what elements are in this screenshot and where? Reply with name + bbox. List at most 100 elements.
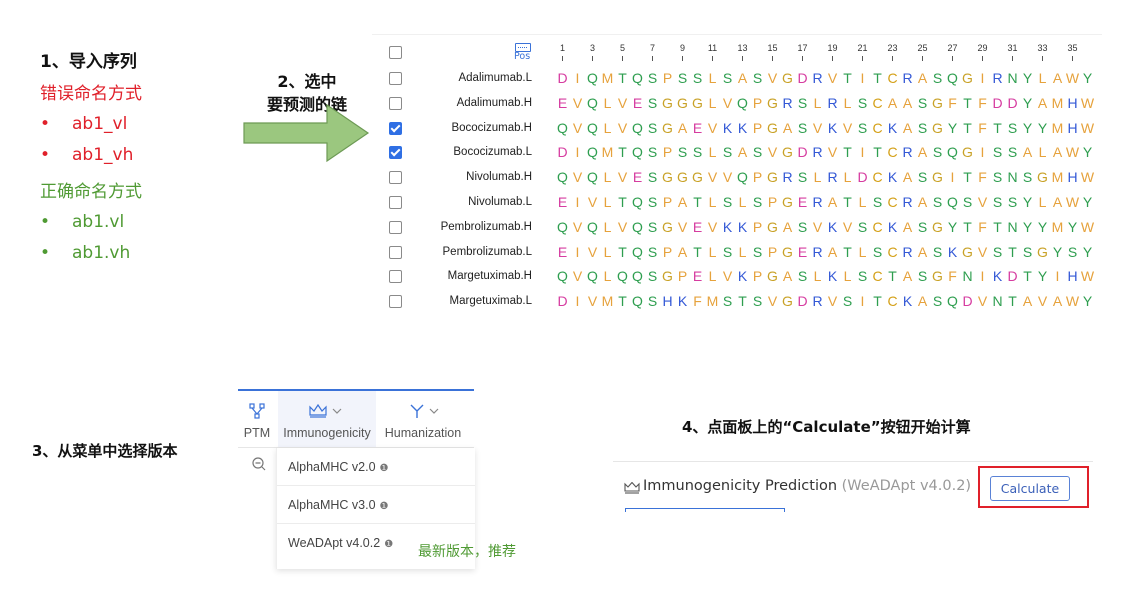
menu-item-alphamhc-v3[interactable]: AlphaMHC v3.0 ❶: [277, 486, 475, 524]
residue: T: [618, 144, 627, 161]
sequence-checkbox[interactable]: [389, 295, 402, 309]
select-all-checkbox[interactable]: [389, 46, 402, 59]
residue: W: [1080, 94, 1095, 111]
sequence-checkbox[interactable]: [389, 96, 402, 110]
residue: S: [932, 70, 943, 86]
residue: G: [782, 293, 793, 310]
sequence-residues: EIVLTQSPATLSLSPGERATLSCRASKGVSTSGYSY: [555, 241, 1095, 263]
residue: V: [977, 194, 988, 210]
wrong-naming-title: 错误命名方式: [40, 84, 142, 104]
zoom-out-icon[interactable]: [252, 457, 266, 471]
right-naming-list: ab1.vl ab1.vh: [40, 210, 240, 272]
residue: E: [632, 94, 643, 111]
residue: S: [647, 169, 658, 186]
sequence-checkbox[interactable]: [389, 121, 402, 135]
residue: S: [917, 218, 928, 235]
position-tick-label: 15: [767, 43, 778, 53]
residue: S: [647, 218, 658, 235]
sequence-checkbox[interactable]: [389, 171, 402, 185]
residue: D: [557, 293, 568, 310]
residue: T: [1008, 243, 1017, 260]
residue: I: [575, 194, 580, 210]
residue: T: [618, 243, 627, 260]
residue: Y: [1082, 293, 1093, 310]
residue: G: [662, 169, 673, 186]
residue: Q: [632, 268, 643, 285]
sequence-checkbox[interactable]: [389, 146, 402, 160]
residue: S: [797, 94, 808, 111]
residue: S: [797, 169, 808, 186]
residue: S: [752, 70, 763, 86]
tab-immunogenicity[interactable]: Immunogenicity: [278, 391, 376, 447]
residue: T: [1023, 268, 1032, 285]
residue: C: [872, 268, 883, 285]
tab-ptm[interactable]: PTM: [238, 391, 276, 447]
sequence-checkbox[interactable]: [389, 196, 402, 209]
residue: Q: [587, 144, 598, 161]
residue: D: [797, 293, 808, 310]
residue: A: [1022, 293, 1033, 310]
residue: G: [692, 94, 703, 111]
residue: Q: [632, 293, 643, 310]
menu-tabs: PTM Immunogenicity Humanization: [238, 391, 474, 448]
residue: V: [587, 194, 598, 210]
residue: S: [677, 144, 688, 161]
crown-icon: [624, 482, 640, 494]
calculate-button[interactable]: Calculate: [990, 476, 1070, 501]
residue: V: [827, 293, 838, 310]
residue: M: [601, 70, 614, 86]
sequence-row: Pembrolizumab.L E I V L T Q S P A T L S L S P G E R A T L S C R A…: [372, 241, 1102, 266]
residue: Q: [947, 293, 958, 310]
residue: D: [797, 70, 808, 86]
residue: R: [812, 293, 823, 310]
residue: S: [647, 94, 658, 111]
residue: S: [932, 194, 943, 210]
residue: Q: [587, 94, 598, 111]
residue: E: [692, 119, 703, 136]
residue: Q: [947, 70, 958, 86]
menu-item-label: AlphaMHC v2.0: [288, 460, 376, 474]
residue: H: [1067, 94, 1078, 111]
residue: I: [575, 243, 580, 260]
residue: R: [827, 169, 838, 186]
residue: Q: [632, 194, 643, 210]
residue: S: [917, 94, 928, 111]
residue: W: [1065, 144, 1080, 161]
residue: V: [572, 218, 583, 235]
residue: Y: [947, 119, 958, 136]
residue: V: [767, 70, 778, 86]
residue: V: [977, 293, 988, 310]
sequence-checkbox[interactable]: [389, 245, 402, 259]
step1-section: 1、导入序列 错误命名方式 ab1_vl ab1_vh 正确命名方式 ab1.v…: [40, 50, 240, 278]
tab-humanization[interactable]: Humanization: [378, 391, 468, 447]
residue: S: [842, 293, 853, 310]
residue: S: [872, 243, 883, 260]
residue: A: [917, 144, 928, 161]
panel-tab-indicator: [625, 508, 785, 512]
menu-item-alphamhc-v2[interactable]: AlphaMHC v2.0 ❶: [277, 448, 475, 486]
residue: V: [767, 293, 778, 310]
residue: L: [813, 268, 822, 285]
residue: Q: [557, 119, 568, 136]
residue: F: [978, 218, 987, 235]
position-header: Pos 1 3 5 7 9 11 13 15 17 19 21 23 25 27 29 31 33 35: [372, 41, 1102, 69]
residue: Q: [557, 268, 568, 285]
residue: S: [917, 169, 928, 186]
residue: V: [617, 94, 628, 111]
residue: L: [708, 94, 717, 111]
residue: V: [587, 293, 598, 310]
residue: P: [662, 194, 673, 210]
residue: S: [722, 70, 733, 86]
sequence-checkbox[interactable]: [389, 72, 402, 85]
sequence-checkbox[interactable]: [389, 270, 402, 284]
position-tick-label: 27: [947, 43, 958, 53]
sequence-checkbox[interactable]: [389, 220, 402, 234]
residue: S: [647, 144, 658, 161]
residue: P: [767, 243, 778, 260]
position-tick-mark: [772, 56, 773, 61]
residue: L: [603, 268, 612, 285]
position-tick-mark: [682, 56, 683, 61]
residue: L: [708, 268, 717, 285]
residue: K: [737, 119, 748, 136]
residue: A: [902, 169, 913, 186]
